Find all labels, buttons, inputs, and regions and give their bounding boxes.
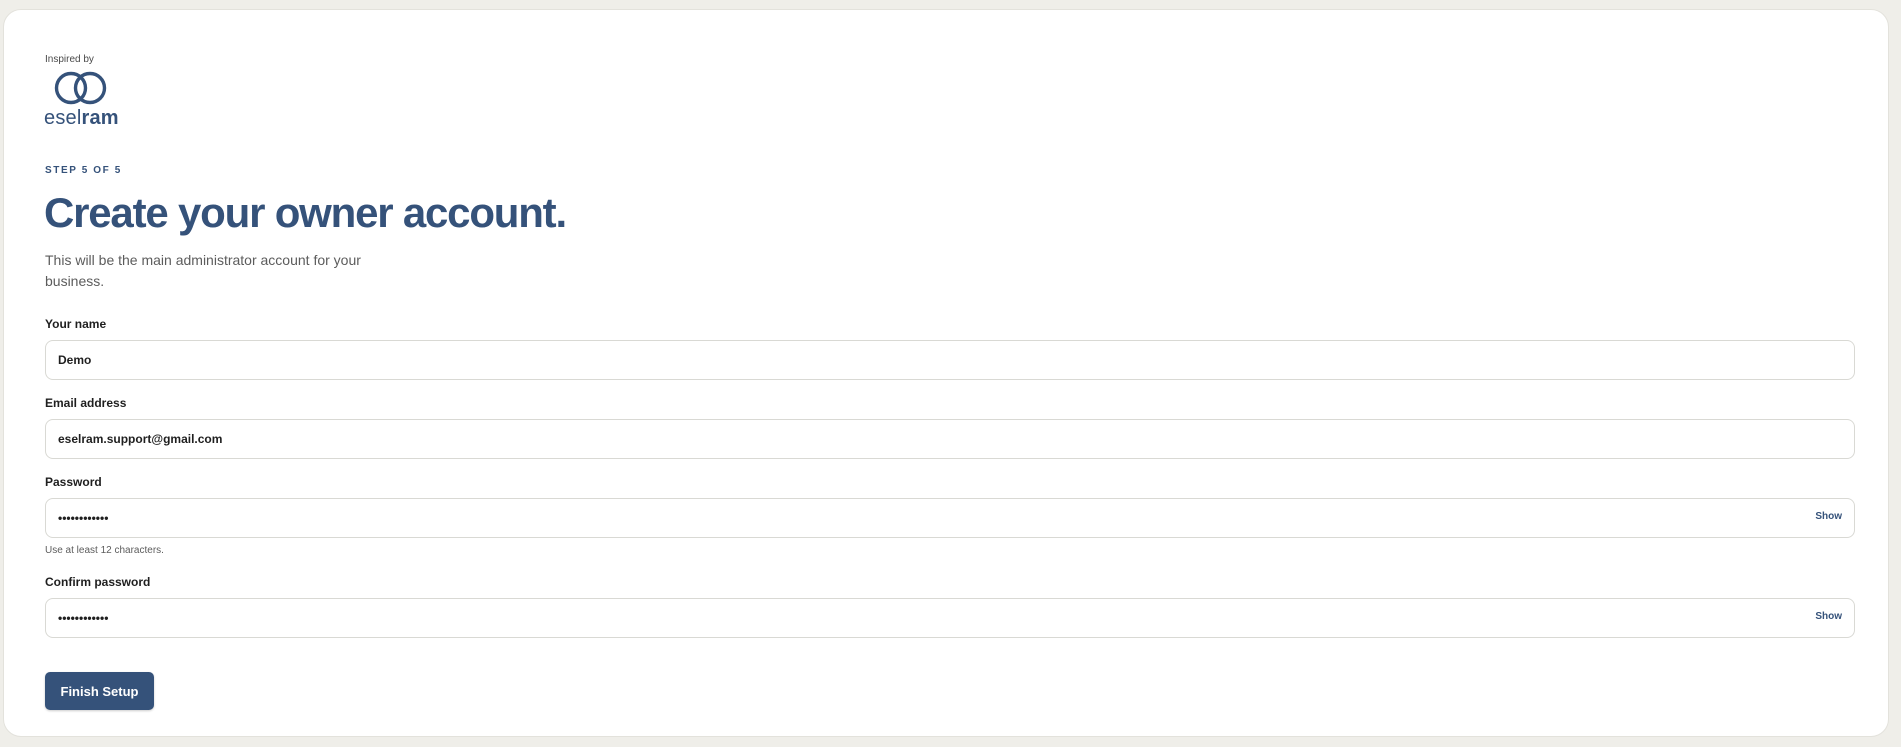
logo-wordmark-part1: esel	[44, 107, 82, 129]
password-hint: Use at least 12 characters.	[45, 545, 164, 556]
email-label: Email address	[45, 396, 127, 410]
confirm-password-input[interactable]	[58, 599, 1758, 637]
page-subtitle: This will be the main administrator acco…	[45, 252, 361, 289]
name-input[interactable]	[58, 341, 1758, 379]
setup-card: Inspired by eselram STEP 5 OF 5 Create y…	[3, 9, 1889, 737]
confirm-password-field[interactable]: Show	[45, 598, 1855, 638]
step-indicator: STEP 5 OF 5	[45, 165, 122, 176]
confirm-password-show-button[interactable]: Show	[1815, 611, 1842, 622]
confirm-password-label: Confirm password	[45, 575, 151, 589]
page-title: Create your owner account.	[44, 189, 567, 236]
password-show-button[interactable]: Show	[1815, 511, 1842, 522]
name-field[interactable]	[45, 340, 1855, 380]
password-input[interactable]	[58, 499, 1758, 537]
inspired-by-text: Inspired by	[45, 54, 94, 65]
logo-wordmark-part2: ram	[81, 107, 119, 129]
name-label: Your name	[45, 317, 107, 331]
email-field[interactable]	[45, 419, 1855, 459]
logo-wordmark: eselram	[44, 106, 119, 130]
finish-setup-button[interactable]: Finish Setup	[45, 672, 154, 710]
password-field[interactable]: Show	[45, 498, 1855, 538]
email-input[interactable]	[58, 420, 1758, 458]
logo-rings-icon	[54, 71, 107, 105]
password-label: Password	[45, 475, 102, 489]
